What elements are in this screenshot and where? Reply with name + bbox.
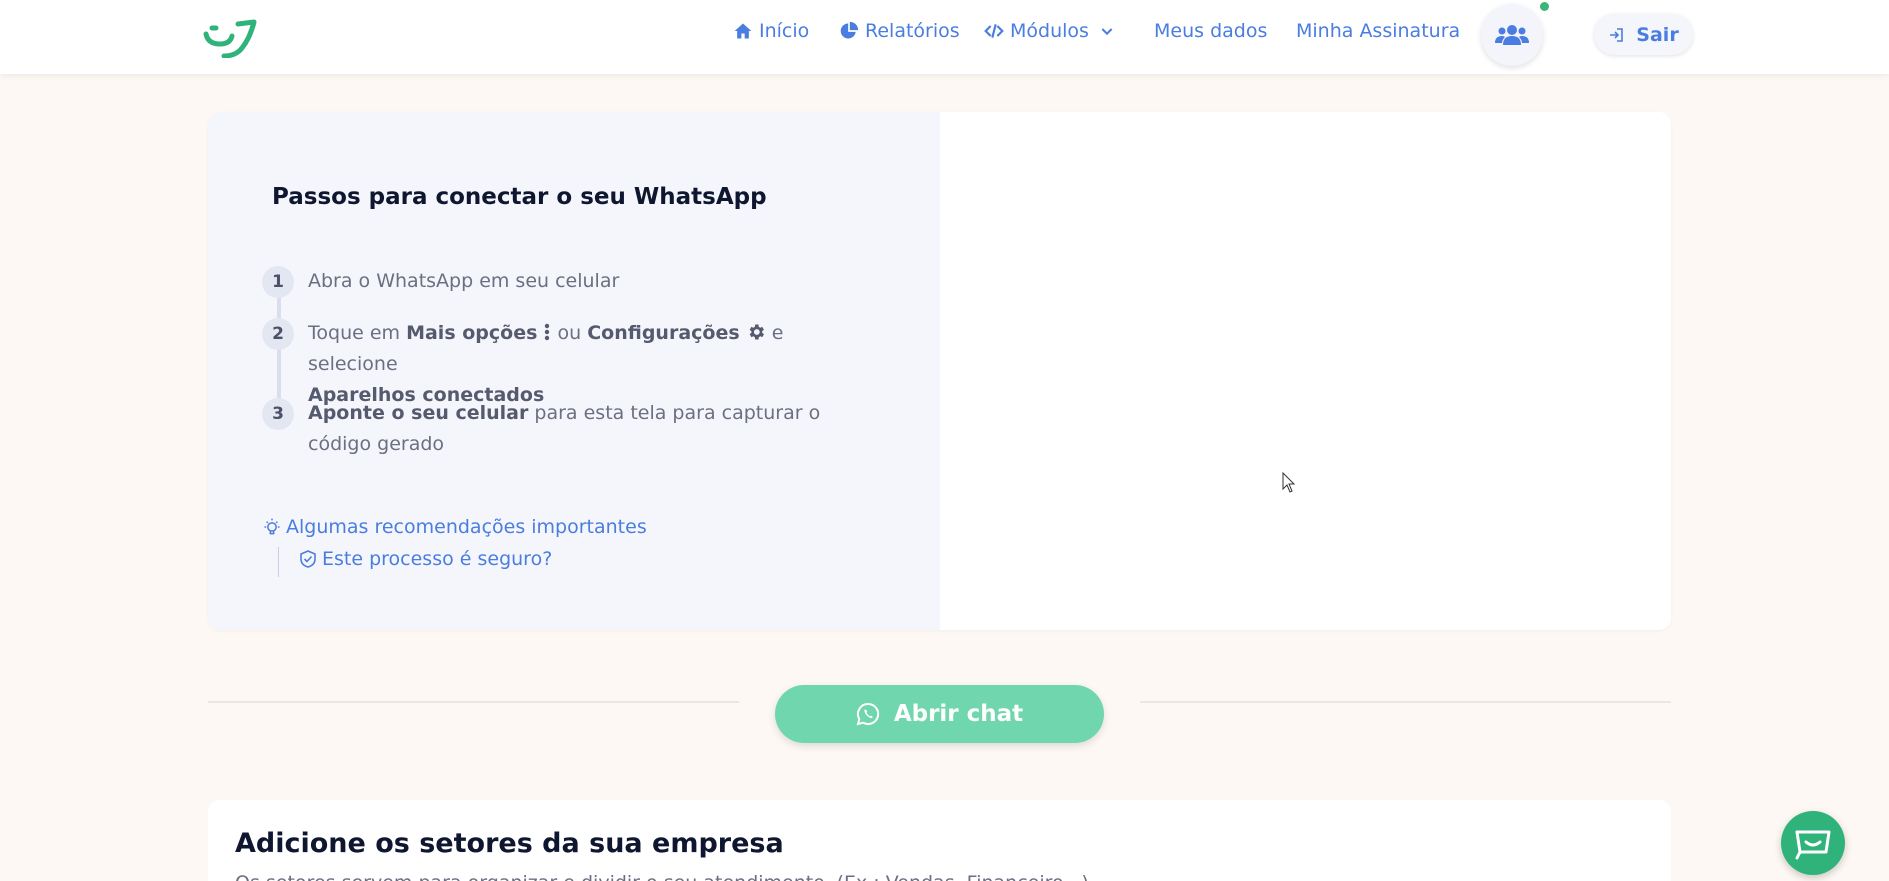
step-text: Aponte o seu celular para esta tela para… bbox=[308, 398, 848, 460]
chevron-down-icon bbox=[1101, 28, 1113, 36]
open-chat-label: Abrir chat bbox=[893, 701, 1024, 727]
users-icon bbox=[1495, 25, 1529, 45]
step-2-more-options: Mais opções bbox=[406, 322, 538, 344]
step-number: 2 bbox=[262, 318, 294, 350]
support-chat-icon bbox=[1795, 830, 1831, 860]
gear-icon bbox=[749, 324, 764, 340]
nav-relatorios[interactable]: Relatórios bbox=[839, 20, 960, 42]
support-chat-button[interactable] bbox=[1781, 811, 1845, 875]
logout-label: Sair bbox=[1636, 23, 1679, 46]
recommendations-label: Algumas recomendações importantes bbox=[286, 516, 647, 538]
secure-process-link[interactable]: Este processo é seguro? bbox=[300, 548, 552, 570]
sectors-card: Adicione os setores da sua empresa Os se… bbox=[208, 800, 1671, 881]
nav-relatorios-label: Relatórios bbox=[865, 20, 960, 42]
step-2-prefix: Toque em bbox=[308, 322, 407, 344]
step-number: 3 bbox=[262, 398, 294, 430]
whatsapp-icon bbox=[856, 702, 879, 726]
steps-title: Passos para conectar o seu WhatsApp bbox=[272, 184, 767, 210]
nav-meus-dados-label: Meus dados bbox=[1154, 20, 1268, 42]
divider-left bbox=[208, 701, 739, 703]
nav-inicio[interactable]: Início bbox=[733, 20, 809, 42]
team-button[interactable] bbox=[1481, 4, 1543, 66]
step-2-settings: Configurações bbox=[587, 322, 740, 344]
nav-minha-assinatura[interactable]: Minha Assinatura bbox=[1296, 20, 1460, 42]
mouse-cursor-icon bbox=[1282, 472, 1296, 493]
logout-button[interactable]: Sair bbox=[1594, 14, 1693, 55]
qr-code-panel bbox=[940, 112, 1671, 630]
top-header: Início Relatórios Módulos Meus dados Min… bbox=[0, 0, 1889, 74]
step-3-point-phone: Aponte o seu celular bbox=[308, 402, 529, 424]
online-status-dot bbox=[1540, 2, 1549, 11]
divider-right bbox=[1140, 701, 1671, 703]
recommendations-link[interactable]: Algumas recomendações importantes bbox=[262, 516, 647, 538]
steps-panel: Passos para conectar o seu WhatsApp 1 Ab… bbox=[208, 112, 940, 630]
sectors-description: Os setores servem para organizar e divid… bbox=[235, 872, 1089, 881]
logout-icon bbox=[1610, 27, 1624, 42]
nav-modulos-label: Módulos bbox=[1010, 20, 1089, 42]
pie-chart-icon bbox=[840, 21, 859, 39]
nav-modulos[interactable]: Módulos bbox=[984, 20, 1115, 42]
step-2-middle: ou bbox=[551, 322, 588, 344]
step-1: 1 Abra o WhatsApp em seu celular bbox=[262, 266, 862, 298]
nav-meus-dados[interactable]: Meus dados bbox=[1154, 20, 1267, 42]
code-icon bbox=[984, 24, 1004, 38]
connect-whatsapp-card: Passos para conectar o seu WhatsApp 1 Ab… bbox=[208, 112, 1671, 630]
step-number: 1 bbox=[262, 266, 294, 298]
step-text: Abra o WhatsApp em seu celular bbox=[308, 270, 620, 292]
secure-process-label: Este processo é seguro? bbox=[322, 548, 553, 570]
lightbulb-icon bbox=[264, 518, 280, 535]
open-chat-button[interactable]: Abrir chat bbox=[775, 685, 1104, 743]
home-icon bbox=[734, 23, 752, 39]
nav-assinatura-label: Minha Assinatura bbox=[1296, 20, 1461, 42]
sectors-title: Adicione os setores da sua empresa bbox=[235, 828, 784, 859]
brand-logo[interactable] bbox=[202, 18, 258, 58]
nav-inicio-label: Início bbox=[759, 20, 810, 42]
recommendations-sub-line bbox=[278, 547, 279, 577]
step-3: 3 Aponte o seu celular para esta tela pa… bbox=[262, 398, 862, 460]
shield-check-icon bbox=[300, 550, 316, 568]
